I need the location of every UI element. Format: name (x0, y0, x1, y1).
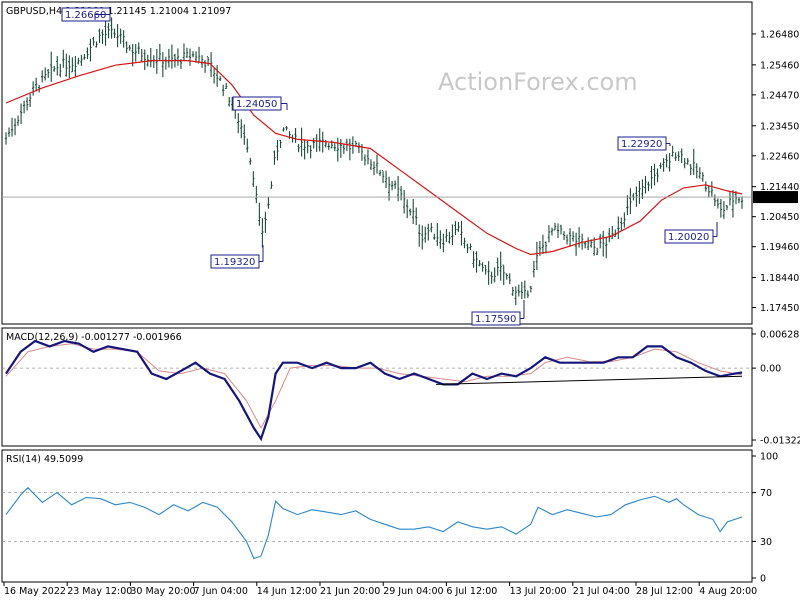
price-y-tick-label: 1.18440 (760, 273, 799, 284)
annotation-label: 1.20020 (668, 232, 709, 243)
rsi-y-tick-label: 30 (760, 537, 772, 548)
x-tick-label: 4 Aug 20:00 (699, 586, 757, 597)
chart-canvas: ActionForex.com GBPUSD,H4 1.21060 1.2114… (0, 0, 800, 600)
rsi-panel-title: RSI(14) 49.5099 (6, 454, 83, 465)
rsi-y-tick-label: 100 (760, 452, 778, 463)
rsi-y-tick-label: 70 (760, 488, 772, 499)
chart-background (0, 0, 800, 600)
rsi-y-tick-label: 0 (760, 574, 766, 585)
x-tick-label: 16 May 2022 (4, 586, 66, 597)
annotation-label: 1.24050 (236, 99, 277, 110)
x-tick-label: 30 May 20:00 (130, 586, 195, 597)
x-tick-label: 14 Jun 12:00 (257, 586, 317, 597)
price-y-tick-label: 1.19460 (760, 242, 799, 253)
annotation-label: 1.26660 (65, 10, 106, 21)
macd-y-tick-label: -0.013223 (760, 436, 800, 447)
x-tick-label: 28 Jul 12:00 (636, 586, 693, 597)
watermark: ActionForex.com (438, 68, 638, 96)
current-price-label: 1.21097 (756, 193, 795, 204)
x-tick-label: 21 Jul 04:00 (573, 586, 630, 597)
price-y-tick-label: 1.26480 (760, 29, 799, 40)
x-tick-label: 21 Jun 20:00 (320, 586, 380, 597)
annotation-label: 1.17590 (475, 314, 516, 325)
x-tick-label: 13 Jul 20:00 (510, 586, 567, 597)
x-tick-label: 7 Jun 04:00 (194, 586, 248, 597)
macd-y-tick-label: 0.006285 (760, 329, 800, 340)
price-y-tick-label: 1.24470 (760, 90, 799, 101)
x-tick-label: 23 May 12:00 (67, 586, 132, 597)
price-y-tick-label: 1.22460 (760, 151, 799, 162)
price-panel-title: GBPUSD,H4 1.21060 1.21145 1.21004 1.2109… (6, 6, 231, 17)
macd-panel-title: MACD(12,26,9) -0.001277 -0.001966 (6, 332, 182, 343)
price-y-tick-label: 1.17450 (760, 303, 799, 314)
price-y-tick-label: 1.23450 (760, 121, 799, 132)
annotation-label: 1.22920 (621, 139, 662, 150)
x-tick-label: 6 Jul 12:00 (446, 586, 497, 597)
x-tick-label: 29 Jun 04:00 (383, 586, 443, 597)
annotation-label: 1.19320 (214, 257, 255, 268)
macd-y-tick-label: 0.00 (760, 364, 781, 375)
price-y-tick-label: 1.20450 (760, 212, 799, 223)
price-y-tick-label: 1.25460 (760, 60, 799, 71)
